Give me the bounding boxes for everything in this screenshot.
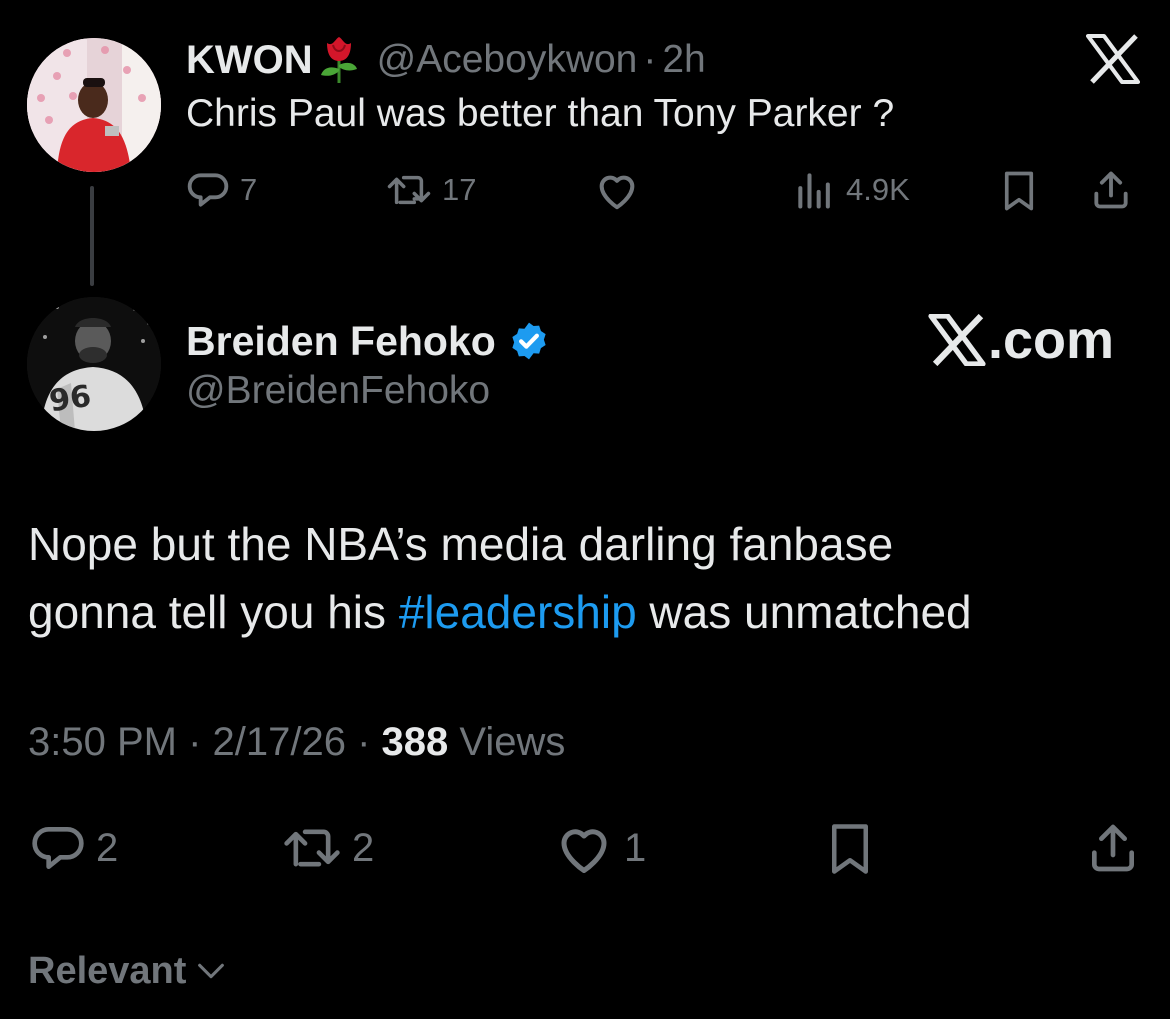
main-display-name[interactable]: Breiden Fehoko bbox=[186, 318, 496, 365]
tweet-text-line-1: Nope but the NBA’s media darling fanbase bbox=[28, 518, 894, 570]
rose-icon bbox=[317, 35, 361, 85]
parent-avatar[interactable] bbox=[27, 38, 161, 172]
reply-button[interactable]: 2 bbox=[30, 820, 118, 876]
main-tweet-header: Breiden Fehoko bbox=[186, 313, 550, 369]
parent-share-button[interactable] bbox=[1089, 168, 1133, 212]
tweet-date[interactable]: 2/17/26 bbox=[213, 720, 346, 764]
tweet-text-before-hashtag: gonna tell you his bbox=[28, 586, 399, 638]
main-tweet-text: Nope but the NBA’s media darling fanbase… bbox=[28, 510, 1138, 646]
like-count: 1 bbox=[624, 825, 647, 870]
share-button[interactable] bbox=[1085, 820, 1141, 876]
retweet-icon bbox=[387, 175, 431, 205]
main-handle[interactable]: @BreidenFehoko bbox=[186, 369, 490, 413]
share-icon bbox=[1094, 171, 1128, 209]
thread-connector-line bbox=[90, 186, 94, 286]
chevron-down-icon bbox=[198, 963, 225, 979]
reply-icon bbox=[32, 827, 84, 869]
meta-dot: · bbox=[345, 720, 382, 764]
x-com-watermark: .com bbox=[928, 310, 1114, 370]
parent-views-button[interactable]: 4.9K bbox=[794, 168, 910, 212]
heart-icon bbox=[599, 175, 635, 210]
parent-reply-button[interactable]: 7 bbox=[186, 168, 257, 212]
meta-dot: · bbox=[176, 720, 213, 764]
bookmark-icon bbox=[832, 824, 868, 874]
parent-like-button[interactable] bbox=[594, 168, 640, 212]
sort-label: Relevant bbox=[28, 949, 187, 992]
parent-handle[interactable]: @Aceboykwon bbox=[377, 38, 638, 82]
separator-dot: · bbox=[643, 38, 657, 81]
parent-timestamp[interactable]: 2h bbox=[662, 38, 705, 82]
watermark-text: .com bbox=[988, 310, 1115, 370]
parent-views-count: 4.9K bbox=[846, 172, 910, 207]
x-logo-icon bbox=[1086, 34, 1140, 84]
views-icon bbox=[798, 173, 830, 209]
retweet-count: 2 bbox=[352, 825, 375, 870]
tweet-time[interactable]: 3:50 PM bbox=[28, 720, 177, 764]
main-avatar[interactable]: 96 bbox=[27, 297, 161, 431]
bookmark-button[interactable] bbox=[826, 822, 874, 876]
views-count: 388 bbox=[381, 720, 449, 764]
retweet-icon bbox=[284, 829, 340, 867]
like-button[interactable]: 1 bbox=[554, 820, 646, 876]
reply-icon bbox=[187, 173, 229, 207]
retweet-button[interactable]: 2 bbox=[282, 820, 374, 876]
share-icon bbox=[1092, 824, 1134, 872]
reply-count: 2 bbox=[96, 825, 119, 870]
parent-retweet-count: 17 bbox=[442, 172, 477, 207]
tweet-text-after-hashtag: was unmatched bbox=[636, 586, 972, 638]
parent-retweet-button[interactable]: 17 bbox=[386, 168, 476, 212]
heart-icon bbox=[561, 829, 607, 873]
bookmark-icon bbox=[1004, 171, 1034, 211]
sort-relevant-dropdown[interactable]: Relevant bbox=[28, 943, 228, 999]
tweet-meta-row: 3:50 PM · 2/17/26 · 388 Views bbox=[28, 720, 565, 765]
parent-display-name[interactable]: KWON bbox=[186, 38, 313, 83]
x-logo-icon bbox=[928, 314, 986, 366]
parent-tweet-header: KWON @Aceboykwon · 2h bbox=[186, 32, 706, 88]
parent-bookmark-button[interactable] bbox=[1000, 170, 1038, 212]
svg-text:96: 96 bbox=[47, 379, 93, 419]
tweet-text-line-2: gonna tell you his #leadership was unmat… bbox=[28, 578, 1138, 646]
verified-badge-icon bbox=[512, 322, 546, 360]
views-label: Views bbox=[448, 720, 566, 764]
parent-reply-count: 7 bbox=[240, 172, 258, 207]
parent-tweet-text: Chris Paul was better than Tony Parker ? bbox=[186, 92, 895, 135]
hashtag-link[interactable]: #leadership bbox=[399, 586, 637, 638]
